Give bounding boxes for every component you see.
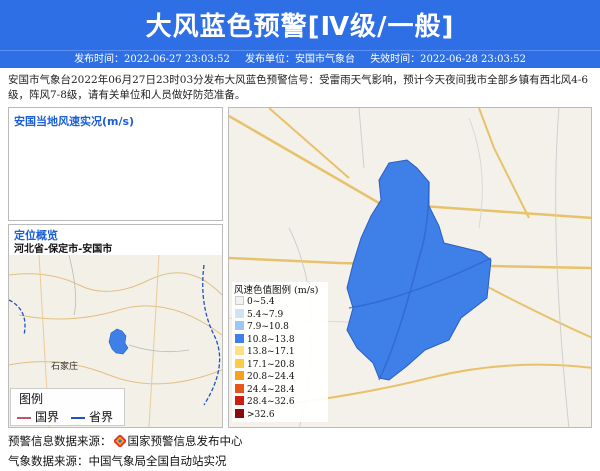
legend-item: 7.9~10.8: [235, 321, 289, 332]
warning-banner: 大风蓝色预警[Ⅳ级/一般]: [0, 0, 600, 50]
warning-title: 大风蓝色预警[Ⅳ级/一般]: [145, 12, 455, 42]
warning-meta-bar: 发布时间：2022-06-27 23:03:52 发布单位：安国市气象台 失效时…: [0, 50, 600, 68]
legend-item: 17.1~20.8: [235, 358, 295, 370]
legend-title: 图例: [19, 392, 44, 406]
legend-provincial-border: 省界: [71, 408, 113, 425]
legend-item: 24.4~28.4: [235, 383, 295, 395]
warning-description: 安国市气象台2022年06月27日23时03分发布大风蓝色预警信号：受雷雨天气影…: [8, 74, 589, 101]
weather-source-line: 气象数据来源：中国气象局全国自动站实况: [8, 454, 227, 468]
wind-speed-panel: 安国当地风速实况(m/s): [8, 107, 223, 221]
warning-source-line: 预警信息数据来源： 国家预警信息发布中心: [8, 433, 243, 449]
wind-panel-title: 安国当地风速实况(m/s): [14, 115, 135, 128]
legend-item: 5.4~7.9: [235, 308, 283, 320]
legend-item: 28.4~32.6: [235, 396, 295, 407]
city-label: 石家庄: [51, 362, 79, 372]
wind-legend-title: 风速色值图例 (m/s): [234, 285, 319, 296]
legend-swatch: [235, 321, 244, 330]
legend-item: >32.6: [235, 408, 275, 420]
legend-swatch: [235, 358, 244, 368]
wind-color-legend: 风速色值图例 (m/s) 0~5.4 5.4~7.9 7.9~10.8 10.8…: [232, 282, 328, 422]
warning-source-label: 预警信息数据来源：: [8, 434, 112, 448]
warning-center-logo-icon: [112, 433, 127, 449]
legend-item: 20.8~24.4: [235, 371, 295, 382]
provincial-border-line: [71, 416, 85, 419]
legend-item: 13.8~17.1: [235, 346, 295, 357]
issue-time: 发布时间：2022-06-27 23:03:52: [74, 54, 230, 65]
legend-item: 10.8~13.8: [235, 333, 295, 345]
expire-time: 失效时间：2022-06-28 23:03:52: [370, 54, 526, 65]
legend-swatch: [235, 396, 244, 405]
national-border-line: [17, 416, 31, 419]
legend-item: 0~5.4: [235, 296, 275, 307]
issuer: 发布单位：安国市气象台: [245, 54, 355, 65]
legend-swatch: [235, 383, 244, 393]
legend-swatch: [235, 408, 244, 418]
legend-swatch: [235, 346, 244, 355]
legend-swatch: [235, 333, 244, 343]
legend-swatch: [235, 296, 244, 305]
legend-swatch: [235, 308, 244, 318]
warning-source-link[interactable]: 国家预警信息发布中心: [128, 434, 243, 448]
legend-swatch: [235, 371, 244, 380]
map-legend: 图例 国界 省界: [10, 388, 125, 426]
legend-national-border: 国界: [17, 408, 59, 425]
location-path: 河北省-保定市-安国市: [14, 244, 113, 255]
